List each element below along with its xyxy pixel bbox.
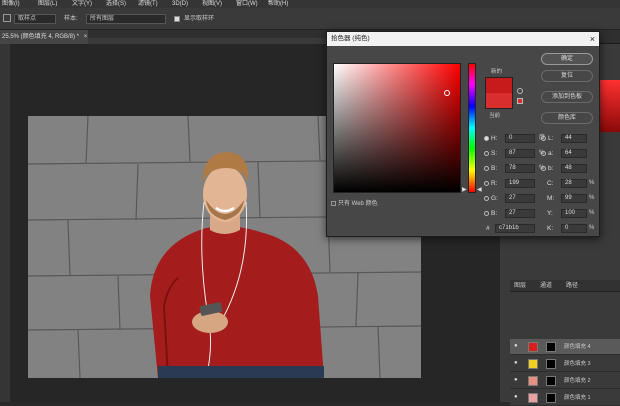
green-field[interactable]: 27 [505,194,535,203]
sample-select[interactable]: 所有图层 [86,14,166,24]
current-color-swatch[interactable] [485,93,513,109]
tab-paths[interactable]: 路径 [566,280,578,292]
current-color-label: 当前 [489,113,501,119]
green-radio[interactable]: G: [484,194,498,203]
blue-radio[interactable]: B: [484,209,497,218]
yellow-field[interactable]: 100 [561,209,587,218]
cyan-field[interactable]: 28 [561,179,587,188]
new-color-swatch [485,77,513,93]
hue-slider-right-arrow-icon[interactable]: ◀ [477,187,482,193]
blue-field[interactable]: 27 [505,209,535,218]
options-bar: 取样点 样本: 所有图层 显示取样环 [0,8,620,30]
color-field-cursor[interactable] [444,90,450,96]
black-unit: % [589,225,595,231]
menu-3d[interactable]: 3D(D) [172,0,188,8]
red-radio[interactable]: R: [484,179,498,188]
black-label: K: [547,225,554,232]
layer-row[interactable]: ● 颜色填充 4 [510,339,620,355]
cyan-label: C: [547,180,554,187]
close-tab-icon[interactable]: × [84,34,88,40]
lightness-radio[interactable]: L: [541,134,553,143]
tools-panel [0,44,10,402]
saturation-brightness-field[interactable] [333,63,461,193]
show-ring-label: 显示取样环 [184,16,215,22]
web-safe-icon[interactable] [517,98,523,104]
saturation-field[interactable]: 87 [505,149,535,158]
b-field[interactable]: 48 [561,164,587,173]
menu-image[interactable]: 图像(I) [2,0,20,8]
color-picker-dialog: 拾色器 (纯色) × ▶ ◀ 新的 当前 确定 复位 添加到色板 颜色库 H: … [326,31,600,237]
yellow-unit: % [589,210,595,216]
menu-view[interactable]: 视图(V) [202,0,222,8]
layer-row[interactable]: ● 颜色填充 3 [510,356,620,372]
magenta-unit: % [589,195,595,201]
sample-label: 样本: [64,16,78,22]
menu-select[interactable]: 选择(S) [106,0,126,8]
sample-size-select[interactable]: 取样点 [14,14,56,24]
eye-icon[interactable]: ● [514,394,518,400]
menu-help[interactable]: 帮助(H) [268,0,288,8]
layer-mask-thumb [546,376,556,386]
yellow-label: Y: [547,210,553,217]
layer-row[interactable]: ● 颜色填充 2 [510,373,620,389]
ok-button[interactable]: 确定 [541,53,593,65]
layers-panel-tabs: 图层 通道 路径 [510,280,620,292]
cube-icon[interactable] [517,88,523,94]
layer-color-thumb [528,342,538,352]
menu-bar: 图像(I) 图层(L) 文字(Y) 选择(S) 滤镜(T) 3D(D) 视图(V… [0,0,620,8]
layer-name: 颜色填充 1 [564,395,591,401]
layer-row[interactable]: ● 颜色填充 1 [510,390,620,406]
magenta-field[interactable]: 99 [561,194,587,203]
layer-color-thumb [528,376,538,386]
layer-name: 颜色填充 2 [564,378,591,384]
show-ring-checkbox[interactable] [174,16,180,22]
web-only-checkbox[interactable]: 只有 Web 颜色 [331,198,378,207]
add-to-swatches-button[interactable]: 添加到色板 [541,91,593,103]
reset-button[interactable]: 复位 [541,70,593,82]
tab-layers[interactable]: 图层 [514,280,526,292]
magenta-label: M: [547,195,555,202]
black-field[interactable]: 0 [561,224,587,233]
document-tab[interactable]: 25.5% (颜色填充 4, RGB/8) * × [0,30,88,44]
lightness-field[interactable]: 44 [561,134,587,143]
web-only-label: 只有 Web 颜色 [338,201,378,207]
layer-color-thumb [528,359,538,369]
hex-field[interactable]: c71b1b [495,224,535,233]
hex-label: # [486,225,490,232]
menu-type[interactable]: 文字(Y) [72,0,92,8]
dialog-title-bar[interactable]: 拾色器 (纯色) [327,32,599,46]
eyedropper-icon[interactable] [3,14,11,22]
menu-filter[interactable]: 滤镜(T) [138,0,158,8]
cyan-unit: % [589,180,595,186]
tab-channels[interactable]: 通道 [540,280,552,292]
properties-color-swatch [598,80,620,132]
hue-slider-left-arrow-icon[interactable]: ▶ [462,187,467,193]
hue-radio[interactable]: H: [484,134,498,143]
hue-slider[interactable] [468,63,476,193]
close-icon[interactable]: × [590,32,595,46]
a-field[interactable]: 64 [561,149,587,158]
document-tab-label: 25.5% (颜色填充 4, RGB/8) * [2,34,80,40]
layer-mask-thumb [546,342,556,352]
menu-layer[interactable]: 图层(L) [38,0,57,8]
color-libraries-button[interactable]: 颜色库 [541,112,593,124]
saturation-radio[interactable]: S: [484,149,497,158]
dialog-title: 拾色器 (纯色) [331,35,370,42]
red-field[interactable]: 199 [505,179,535,188]
brightness-field[interactable]: 78 [505,164,535,173]
eye-icon[interactable]: ● [514,377,518,383]
layer-mask-thumb [546,359,556,369]
brightness-radio[interactable]: B: [484,164,497,173]
a-radio[interactable]: a: [541,149,553,158]
b-radio[interactable]: b: [541,164,553,173]
layer-name: 颜色填充 4 [564,344,591,350]
menu-window[interactable]: 窗口(W) [236,0,258,8]
layer-name: 颜色填充 3 [564,361,591,367]
hue-field[interactable]: 0 [505,134,535,143]
eye-icon[interactable]: ● [514,343,518,349]
new-color-label: 新的 [491,69,503,75]
eye-icon[interactable]: ● [514,360,518,366]
